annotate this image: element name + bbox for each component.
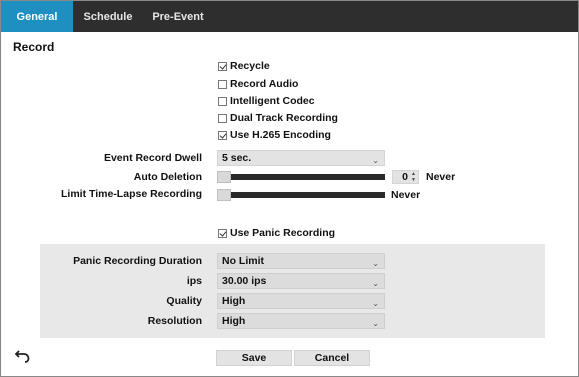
resolution-select[interactable]: High ⌄ <box>217 313 385 329</box>
panic-duration-select[interactable]: No Limit ⌄ <box>217 253 385 269</box>
intelligent-codec-checkbox[interactable]: Intelligent Codec <box>218 94 315 108</box>
ips-label: ips <box>186 275 202 287</box>
ips-select[interactable]: 30.00 ips ⌄ <box>217 273 385 289</box>
recycle-label: Recycle <box>230 60 270 72</box>
cancel-button[interactable]: Cancel <box>294 350 370 366</box>
panic-duration-label: Panic Recording Duration <box>73 255 202 267</box>
ips-value: 30.00 ips <box>222 275 267 287</box>
event-record-dwell-value: 5 sec. <box>222 152 252 164</box>
section-title: Record <box>13 40 55 54</box>
spin-down-icon[interactable]: ▼ <box>411 178 416 183</box>
slider-thumb[interactable] <box>217 189 231 201</box>
panic-recording-label: Use Panic Recording <box>230 227 336 239</box>
dual-track-checkbox[interactable]: Dual Track Recording <box>218 111 338 125</box>
intelligent-codec-label: Intelligent Codec <box>230 95 315 107</box>
recycle-checkbox[interactable]: Recycle <box>218 59 270 73</box>
limit-time-lapse-slider[interactable] <box>217 189 385 201</box>
tab-general[interactable]: General <box>1 1 73 32</box>
limit-time-lapse-unit: Never <box>391 189 421 201</box>
chevron-down-icon: ⌄ <box>372 319 379 328</box>
record-audio-label: Record Audio <box>230 78 299 90</box>
quality-value: High <box>222 295 246 307</box>
auto-deletion-unit: Never <box>426 171 456 183</box>
checkbox-icon <box>218 113 227 123</box>
chevron-down-icon: ⌄ <box>372 259 379 268</box>
slider-thumb[interactable] <box>217 171 231 183</box>
dual-track-label: Dual Track Recording <box>230 112 338 124</box>
h265-label: Use H.265 Encoding <box>230 129 331 141</box>
quality-label: Quality <box>166 295 202 307</box>
event-record-dwell-select[interactable]: 5 sec. ⌄ <box>217 150 385 166</box>
record-audio-checkbox[interactable]: Record Audio <box>218 77 298 91</box>
event-record-dwell-label: Event Record Dwell <box>103 152 202 164</box>
tab-bar: General Schedule Pre-Event <box>1 1 578 32</box>
limit-time-lapse-label: Limit Time-Lapse Recording <box>61 188 202 200</box>
auto-deletion-spinner[interactable]: 0 ▲ ▼ <box>392 170 419 184</box>
resolution-label: Resolution <box>147 315 202 327</box>
tab-pre-event[interactable]: Pre-Event <box>145 1 211 32</box>
chevron-down-icon: ⌄ <box>372 279 379 288</box>
panic-duration-value: No Limit <box>222 255 264 267</box>
h265-checkbox[interactable]: Use H.265 Encoding <box>218 128 331 142</box>
checkbox-checked-icon <box>218 228 227 238</box>
auto-deletion-value: 0 <box>402 171 408 183</box>
quality-select[interactable]: High ⌄ <box>217 293 385 309</box>
undo-arrow-icon[interactable] <box>15 349 31 363</box>
checkbox-icon <box>218 96 227 106</box>
record-settings-window: General Schedule Pre-Event Record Recycl… <box>0 0 579 377</box>
auto-deletion-label: Auto Deletion <box>133 171 202 183</box>
save-button[interactable]: Save <box>216 350 292 366</box>
panic-settings-panel: Panic Recording Duration No Limit ⌄ ips … <box>40 244 545 338</box>
resolution-value: High <box>222 315 246 327</box>
checkbox-checked-icon <box>218 130 227 140</box>
checkbox-checked-icon <box>218 61 227 71</box>
checkbox-icon <box>218 79 227 89</box>
auto-deletion-slider[interactable] <box>217 171 385 183</box>
panic-recording-checkbox[interactable]: Use Panic Recording <box>218 226 335 240</box>
chevron-down-icon: ⌄ <box>372 156 379 165</box>
tab-schedule[interactable]: Schedule <box>77 1 139 32</box>
chevron-down-icon: ⌄ <box>372 299 379 308</box>
